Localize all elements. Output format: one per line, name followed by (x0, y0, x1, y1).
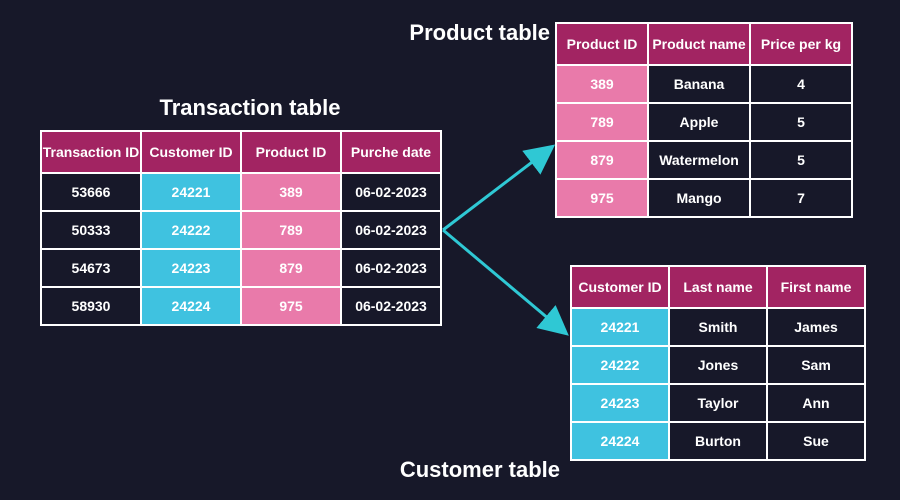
cell: Taylor (669, 384, 767, 422)
cell: Banana (648, 65, 750, 103)
cell: 879 (241, 249, 341, 287)
cell: 24221 (571, 308, 669, 346)
cell: 789 (556, 103, 648, 141)
cell: 50333 (41, 211, 141, 249)
cell: 06-02-2023 (341, 211, 441, 249)
arrow-to-customer-icon (443, 230, 562, 330)
table-row: 879 Watermelon 5 (556, 141, 852, 179)
customer-table: Customer ID Last name First name 24221 S… (570, 265, 866, 461)
table-row: 53666 24221 389 06-02-2023 (41, 173, 441, 211)
customer-table-title: Customer table (380, 457, 560, 483)
table-row: 24223 Taylor Ann (571, 384, 865, 422)
cell: Burton (669, 422, 767, 460)
table-row: 975 Mango 7 (556, 179, 852, 217)
cell: 06-02-2023 (341, 173, 441, 211)
cell: 06-02-2023 (341, 249, 441, 287)
col-customer-id: Customer ID (571, 266, 669, 308)
cell: 789 (241, 211, 341, 249)
table-header-row: Customer ID Last name First name (571, 266, 865, 308)
cell: Apple (648, 103, 750, 141)
cell: James (767, 308, 865, 346)
cell: Mango (648, 179, 750, 217)
col-purchase-date: Purche date (341, 131, 441, 173)
cell: 24224 (571, 422, 669, 460)
cell: 24221 (141, 173, 241, 211)
table-row: 24222 Jones Sam (571, 346, 865, 384)
cell: 24223 (141, 249, 241, 287)
col-product-id: Product ID (241, 131, 341, 173)
cell: 4 (750, 65, 852, 103)
table-row: 24224 Burton Sue (571, 422, 865, 460)
table-row: 389 Banana 4 (556, 65, 852, 103)
transaction-table-title: Transaction table (100, 95, 400, 121)
cell: Sam (767, 346, 865, 384)
cell: 389 (556, 65, 648, 103)
col-product-id: Product ID (556, 23, 648, 65)
cell: 389 (241, 173, 341, 211)
cell: 5 (750, 103, 852, 141)
cell: 7 (750, 179, 852, 217)
cell: Smith (669, 308, 767, 346)
product-table-title: Product table (370, 20, 550, 46)
table-header-row: Product ID Product name Price per kg (556, 23, 852, 65)
col-transaction-id: Transaction ID (41, 131, 141, 173)
cell: 24222 (571, 346, 669, 384)
cell: 5 (750, 141, 852, 179)
cell: 06-02-2023 (341, 287, 441, 325)
cell: Ann (767, 384, 865, 422)
table-header-row: Transaction ID Customer ID Product ID Pu… (41, 131, 441, 173)
cell: 24223 (571, 384, 669, 422)
product-table: Product ID Product name Price per kg 389… (555, 22, 853, 218)
col-price-per-kg: Price per kg (750, 23, 852, 65)
col-product-name: Product name (648, 23, 750, 65)
col-first-name: First name (767, 266, 865, 308)
table-row: 50333 24222 789 06-02-2023 (41, 211, 441, 249)
cell: 975 (241, 287, 341, 325)
table-row: 789 Apple 5 (556, 103, 852, 141)
cell: 879 (556, 141, 648, 179)
col-customer-id: Customer ID (141, 131, 241, 173)
cell: Jones (669, 346, 767, 384)
col-last-name: Last name (669, 266, 767, 308)
table-row: 58930 24224 975 06-02-2023 (41, 287, 441, 325)
cell: 975 (556, 179, 648, 217)
cell: 58930 (41, 287, 141, 325)
cell: 24224 (141, 287, 241, 325)
arrow-to-product-icon (443, 150, 548, 230)
table-row: 24221 Smith James (571, 308, 865, 346)
cell: Watermelon (648, 141, 750, 179)
transaction-table: Transaction ID Customer ID Product ID Pu… (40, 130, 442, 326)
cell: Sue (767, 422, 865, 460)
cell: 24222 (141, 211, 241, 249)
table-row: 54673 24223 879 06-02-2023 (41, 249, 441, 287)
cell: 54673 (41, 249, 141, 287)
cell: 53666 (41, 173, 141, 211)
